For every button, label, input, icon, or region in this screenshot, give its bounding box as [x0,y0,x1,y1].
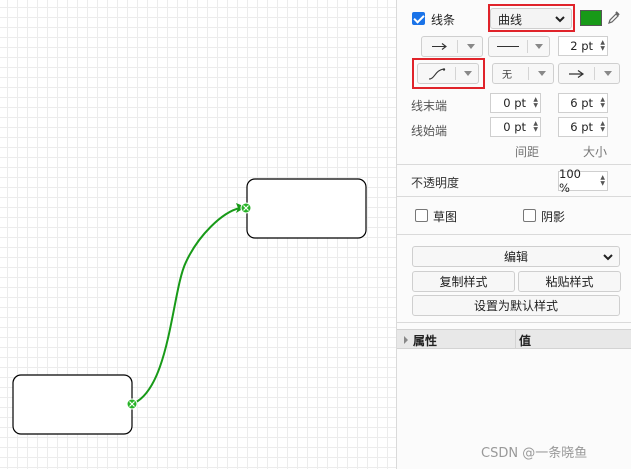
end-size-input[interactable]: 6 pt ▲ ▼ [558,93,608,113]
curved-connector[interactable] [131,207,241,405]
spinner-icon[interactable]: ▲ ▼ [600,40,605,52]
end-spacing-input[interactable]: 0 pt ▲ ▼ [490,93,541,113]
value-column-header: 值 [519,334,532,348]
dropdown-caret-icon [603,71,612,76]
line-label: 线条 [431,13,456,27]
line-end-label: 线末端 [411,99,448,113]
highlight-line-style [488,4,575,32]
line-width-value: 2 pt [570,39,593,53]
line-checkbox[interactable] [412,12,425,25]
end-spacing-value: 0 pt [503,96,526,110]
waypoints-value: 无 [502,70,512,81]
highlight-curve-type [412,58,485,89]
edit-label: 编辑 [503,250,528,264]
dropdown-caret-icon [537,71,546,76]
prop-column-header: 属性 [413,334,438,348]
connector-handle-start[interactable] [126,398,138,410]
opacity-input[interactable]: 100 % ▲ ▼ [558,167,608,195]
section-divider [397,234,631,235]
line-pattern-select[interactable] [488,36,550,57]
shadow-label: 阴影 [541,210,566,224]
arrow-right-icon [431,43,447,50]
triangle-right-icon[interactable] [403,336,409,344]
line-width-input[interactable]: 2 pt ▲ ▼ [558,36,608,56]
line-end-arrow-select[interactable] [558,63,620,84]
opacity-label: 不透明度 [411,176,460,190]
set-default-label: 设置为默认样式 [473,299,558,313]
connection-arrow-select[interactable] [421,36,483,57]
edit-select[interactable]: 编辑 [412,246,620,267]
shape-source-rect[interactable] [12,374,133,435]
dropdown-caret-icon [466,44,475,49]
chevron-down-icon [603,254,613,261]
line-start-label: 线始端 [411,124,448,138]
end-size-value: 6 pt [570,96,593,110]
sketch-label: 草图 [433,210,458,224]
copy-style-button[interactable]: 复制样式 [412,271,515,292]
sketch-checkbox[interactable] [415,209,428,222]
start-size-input[interactable]: 6 pt ▲ ▼ [558,117,608,137]
spinner-icon[interactable]: ▲ ▼ [533,121,538,133]
copy-style-label: 复制样式 [439,275,488,289]
solid-line-icon [497,46,519,47]
connector-handle-end[interactable] [240,202,252,214]
eyedropper-icon[interactable] [607,10,620,25]
format-panel: 线条 曲线 2 pt ▲ ▼ 无 线末端 0 pt ▲ ▼ 6 pt ▲ ▼ 线… [396,0,631,469]
size-caption: 大小 [583,145,608,159]
start-size-value: 6 pt [570,120,593,134]
diagram-svg [12,178,367,435]
shadow-checkbox[interactable] [523,209,536,222]
shape-target-rect[interactable] [246,178,367,239]
watermark-text: CSDN @一条晓鱼 [481,446,588,461]
start-spacing-value: 0 pt [503,120,526,134]
section-divider [397,164,631,165]
diagram-canvas[interactable] [0,0,396,469]
spinner-icon[interactable]: ▲ ▼ [600,121,605,133]
start-spacing-input[interactable]: 0 pt ▲ ▼ [490,117,541,137]
line-color-swatch[interactable] [580,10,602,26]
arrow-right-icon [568,69,584,78]
spacing-caption: 间距 [515,145,540,159]
spinner-icon[interactable]: ▲ ▼ [600,97,605,109]
paste-style-label: 粘贴样式 [545,275,594,289]
section-divider [397,196,631,197]
opacity-value: 100 % [559,167,581,195]
spinner-icon[interactable]: ▲ ▼ [533,97,538,109]
column-divider [515,330,516,348]
paste-style-button[interactable]: 粘贴样式 [518,271,621,292]
set-default-style-button[interactable]: 设置为默认样式 [412,295,620,316]
property-table-header: 属性 值 [397,329,631,349]
dropdown-caret-icon [535,44,543,49]
waypoints-select[interactable]: 无 [492,63,554,84]
section-divider [397,322,631,323]
spinner-icon[interactable]: ▲ ▼ [600,175,605,187]
